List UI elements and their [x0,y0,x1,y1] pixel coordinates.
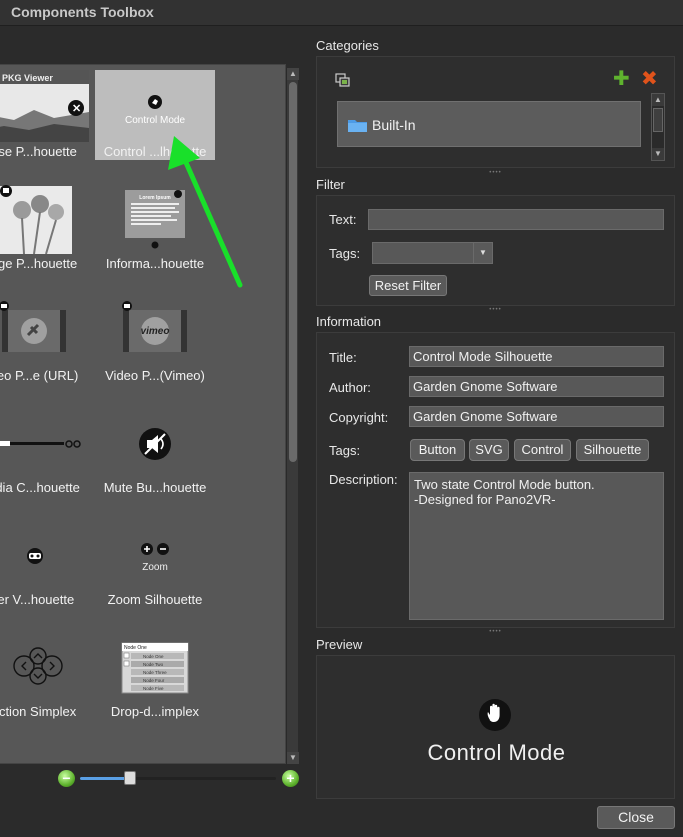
category-scrollbar[interactable]: ▲ ▼ [651,93,665,161]
scrollbar-thumb[interactable] [653,108,663,132]
category-list[interactable]: Built-In [337,101,641,147]
description-label: Description: [329,472,398,487]
mute-button-thumbnail [139,428,171,460]
thumb-item: Node One [124,645,147,651]
title-field[interactable]: Control Mode Silhouette [409,346,664,367]
video-vimeo-thumbnail: vimeo [122,301,187,352]
component-tile[interactable]: edia C...houette [0,406,94,496]
thumb-item: Node Two [143,662,164,667]
scrollbar-thumb[interactable] [289,82,297,462]
scroll-down-icon[interactable]: ▼ [652,148,664,160]
thumb-item: Node Five [143,686,164,691]
splitter-handle[interactable]: •••• [316,170,675,176]
categories-heading: Categories [316,38,379,53]
text-filter-input[interactable] [368,209,664,230]
slider-fill [80,777,130,780]
splitter-handle[interactable]: •••• [316,629,675,635]
category-item-built-in[interactable]: Built-In [338,102,640,146]
categories-box: ✚ ✖ Built-In ▲ ▼ [316,56,675,168]
tag-chip-control[interactable]: Control [514,439,571,461]
component-tile[interactable]: Node One Node One Node Two Node Three No… [95,630,215,720]
direction-simplex-thumbnail [13,647,63,685]
filter-heading: Filter [316,177,345,192]
tags-filter-label: Tags: [329,246,361,261]
thumb-label: PKG Viewer [2,73,53,83]
tag-chip-svg[interactable]: SVG [469,439,509,461]
component-tile[interactable]: deo P...e (URL) [0,294,94,384]
description-textarea[interactable]: Two state Control Mode button. -Designed… [409,472,664,620]
zoom-in-icon[interactable]: + [282,770,299,787]
thumb-item: Node Four [143,678,165,683]
thumb-item: Node Three [143,670,167,675]
preview-heading: Preview [316,637,363,652]
tags-label: Tags: [329,443,361,458]
enter-vr-thumbnail [27,548,43,564]
zoom-thumbnail: Zoom [141,543,169,573]
component-tile[interactable]: Zoom Zoom Silhouette [95,518,215,608]
category-label: Built-In [372,117,416,133]
copyright-field[interactable]: Garden Gnome Software [409,406,664,427]
title-label: Title: [329,350,357,365]
information-heading: Information [316,314,382,329]
component-tile[interactable]: age P...houette [0,182,94,272]
annotation-arrow-icon [168,136,243,288]
chevron-down-icon[interactable]: ▼ [473,242,493,264]
text-filter-label: Text: [329,212,357,227]
component-name: Video P...(Vimeo) [105,368,205,383]
tag-chip-button[interactable]: Button [410,439,465,461]
hand-icon [479,699,511,731]
window-title: Components Toolbox [0,0,683,26]
dropdown-simplex-thumbnail: Node One Node One Node Two Node Three No… [121,642,189,694]
zoom-out-icon[interactable]: − [58,770,75,787]
tag-chip-silhouette[interactable]: Silhouette [576,439,649,461]
component-tile[interactable]: Mute Bu...houette [95,406,215,496]
filter-box: Text: Tags: ▼ Reset Filter [316,195,675,306]
preview-caption: Control Mode [427,740,566,765]
media-control-thumbnail [0,440,81,448]
component-name: Mute Bu...houette [103,480,207,495]
component-tile[interactable]: PKG Viewer ✕ ose P...houette [0,70,94,160]
splitter-handle[interactable]: •••• [316,307,675,313]
information-box: Title: Control Mode Silhouette Author: G… [316,332,675,628]
reset-filter-button[interactable]: Reset Filter [369,275,447,296]
component-name: Drop-d...implex [110,704,200,719]
thumb-label: Zoom [142,562,168,573]
image-popup-thumbnail [0,185,72,254]
duplicate-category-icon[interactable] [335,72,351,88]
preview-box: Control Mode [316,655,675,799]
copyright-label: Copyright: [329,410,389,425]
component-tile[interactable]: ter V...houette [0,518,94,608]
scroll-down-icon[interactable]: ▼ [287,752,299,764]
svg-text:✕: ✕ [72,103,81,115]
remove-category-icon[interactable]: ✖ [641,69,658,89]
thumb-label: vimeo [141,326,170,337]
component-tile[interactable]: vimeo Video P...(Vimeo) [95,294,215,384]
pkg-viewer-thumbnail: PKG Viewer ✕ [0,70,89,142]
add-category-icon[interactable]: ✚ [613,69,630,89]
thumb-item: Node One [143,654,164,659]
close-button[interactable]: Close [597,806,675,829]
author-field[interactable]: Garden Gnome Software [409,376,664,397]
palette-scrollbar[interactable]: ▲ ▼ [286,68,299,764]
scroll-up-icon[interactable]: ▲ [287,68,299,80]
slider-handle[interactable] [124,771,136,785]
thumbnail-size-slider[interactable]: − + [56,768,306,790]
folder-icon [348,120,367,132]
author-label: Author: [329,380,371,395]
scroll-up-icon[interactable]: ▲ [652,94,664,106]
component-name: Zoom Silhouette [107,592,203,607]
video-url-thumbnail [0,301,66,352]
tags-filter-combobox[interactable] [372,242,474,264]
thumb-label: Control Mode [125,115,185,126]
component-tile[interactable]: ection Simplex [0,630,94,720]
